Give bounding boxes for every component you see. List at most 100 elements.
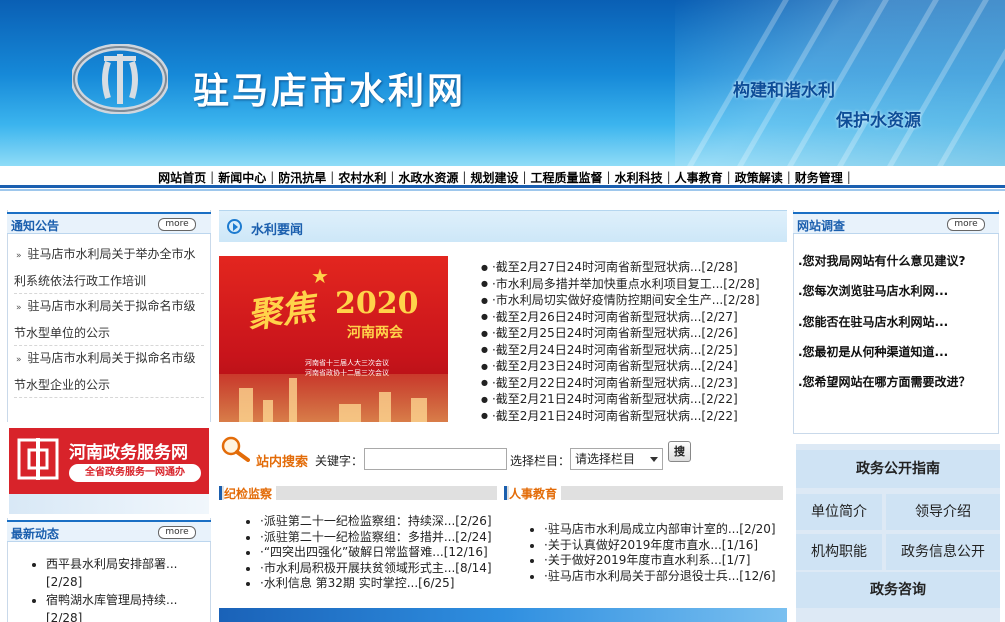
water-news-header: 水利要闻 — [219, 210, 787, 242]
personnel-header: 人事教育 — [504, 485, 783, 502]
discipline-item[interactable]: ·市水利局积极开展扶贫领域形式主...[8/14] — [260, 561, 506, 577]
photo-event: 河南两会 — [347, 325, 403, 341]
photo-skyline — [219, 374, 448, 422]
nav-item-2[interactable]: 防汛抗旱 — [274, 169, 330, 186]
discipline-item[interactable]: ·派驻第二十一纪检监察组：多措并...[2/24] — [260, 530, 506, 546]
nav-item-3[interactable]: 农村水利 — [334, 169, 390, 186]
discipline-item-text: ·“四突出四强化”破解日常监督难...[12/16] — [260, 545, 488, 560]
nav-item-1[interactable]: 新闻中心 — [214, 169, 270, 186]
latest-title: 最新动态 — [11, 527, 60, 541]
list-item-title: 宿鸭湖水库管理局持续... — [46, 593, 178, 607]
discipline-item[interactable]: ·水利信息 第32期 实时掌控...[6/25] — [260, 576, 506, 592]
site-banner: 驻马店市水利网 构建和谐水利 保护水资源 — [0, 0, 1005, 166]
water-news-item[interactable]: ·截至2月22日24时河南省新型冠状病...[2/23] — [481, 375, 781, 392]
nav-item-8[interactable]: 人事教育 — [671, 169, 727, 186]
survey-item[interactable]: .您对我局网站有什么意见建议? — [798, 246, 994, 276]
info-public-button[interactable]: 政务信息公开 — [886, 534, 1000, 570]
nav-item-6[interactable]: 工程质量监督 — [527, 169, 607, 186]
list-item-date: [2/28] — [46, 611, 83, 622]
nav-item-7[interactable]: 水利科技 — [611, 169, 667, 186]
notice-item-text: 驻马店市水利局关于拟命名市级节水型单位的公示 — [14, 299, 196, 340]
personnel-item[interactable]: ·驻马店市水利局关于部分退役士兵...[12/6] — [544, 569, 790, 585]
gov-guide-button[interactable]: 政务公开指南 — [796, 450, 1000, 488]
unit-intro-button[interactable]: 单位简介 — [796, 494, 882, 530]
survey-item[interactable]: .您希望网站在哪方面需要改进？ — [798, 367, 994, 397]
personnel-title: 人事教育 — [509, 485, 562, 502]
search-button[interactable]: 搜 — [668, 441, 691, 462]
keyword-input[interactable] — [364, 448, 507, 470]
site-logo-icon — [72, 44, 168, 114]
discipline-item-text: ·派驻第二十一纪检监察组：持续深...[2/26] — [260, 514, 492, 528]
personnel-item-text: ·驻马店市水利局关于部分退役士兵...[12/6] — [544, 568, 776, 583]
water-news-item-text: ·截至2月26日24时河南省新型冠状病...[2/27] — [491, 309, 738, 324]
personnel-item[interactable]: ·关于做好2019年度市直水利系...[1/7] — [544, 553, 790, 569]
notice-item[interactable]: » 驻马店市水利局关于拟命名市级节水型企业的公示 — [14, 346, 204, 398]
list-item[interactable]: 西平县水利局安排部署... [2/28] — [46, 555, 206, 591]
notice-item[interactable]: » 驻马店市水利局关于举办全市水利系统依法行政工作培训 — [14, 242, 204, 294]
water-news-item-text: ·截至2月23日24时河南省新型冠状病...[2/24] — [491, 359, 738, 373]
survey-more-button[interactable]: more — [947, 218, 985, 231]
water-news-item-text: ·截至2月24日24时河南省新型冠状病...[2/25] — [491, 342, 738, 357]
slogan-2: 保护水资源 — [836, 111, 921, 131]
notice-more-button[interactable]: more — [158, 218, 196, 231]
service-banner-footer — [9, 494, 209, 514]
survey-item-text: .您对我局网站有什么意见建议? — [798, 254, 966, 268]
photo-line-1: 河南省十三届人大三次会议 — [305, 359, 389, 367]
water-news-item[interactable]: ·市水利局多措并举加快重点水利项目复工...[2/28] — [481, 276, 781, 293]
water-news-item-text: ·截至2月21日24时河南省新型冠状病...[2/22] — [491, 392, 738, 406]
personnel-item[interactable]: ·关于认真做好2019年度市直水...[1/16] — [544, 538, 790, 554]
gov-service-subtitle: 全省政务服务一网通办 — [69, 464, 201, 482]
personnel-item-text: ·关于认真做好2019年度市直水...[1/16] — [544, 537, 759, 552]
personnel-item-text: ·驻马店市水利局成立内部审计室的...[2/20] — [544, 522, 776, 536]
discipline-item[interactable]: ·派驻第二十一纪检监察组：持续深...[2/26] — [260, 514, 506, 530]
nav-divider — [0, 189, 1005, 191]
notice-item[interactable]: » 驻马店市水利局关于拟命名市级节水型单位的公示 — [14, 294, 204, 346]
nav-item-9[interactable]: 政策解读 — [731, 169, 787, 186]
survey-title: 网站调查 — [797, 219, 846, 233]
survey-item[interactable]: .您能否在驻马店水利网站... — [798, 307, 994, 337]
water-news-item[interactable]: ·截至2月26日24时河南省新型冠状病...[2/27] — [481, 309, 781, 326]
nav-item-4[interactable]: 水政水资源 — [394, 169, 462, 186]
water-news-item[interactable]: ·截至2月21日24时河南省新型冠状病...[2/22] — [481, 408, 781, 425]
column-select[interactable]: 请选择栏目 — [570, 448, 663, 470]
nav-item-10[interactable]: 财务管理 — [791, 169, 847, 186]
nav-item-5[interactable]: 规划建设 — [466, 169, 522, 186]
henan-gov-service-banner[interactable]: 河南政务服务网 全省政务服务一网通办 — [9, 428, 209, 494]
water-news-title: 水利要闻 — [251, 223, 304, 238]
water-news-item[interactable]: ·截至2月27日24时河南省新型冠状病...[2/28] — [481, 259, 781, 276]
discipline-item[interactable]: ·“四突出四强化”破解日常监督难...[12/16] — [260, 545, 506, 561]
water-news-item[interactable]: ·市水利局切实做好疫情防控期间安全生产...[2/28] — [481, 292, 781, 309]
survey-header: 网站调查 more — [793, 212, 999, 234]
water-news-item-text: ·市水利局多措并举加快重点水利项目复工...[2/28] — [491, 276, 760, 291]
water-news-item[interactable]: ·截至2月24日24时河南省新型冠状病...[2/25] — [481, 342, 781, 359]
nav-item-0[interactable]: 网站首页 — [154, 169, 210, 186]
water-news-item-text: ·截至2月22日24时河南省新型冠状病...[2/23] — [491, 375, 738, 390]
functions-button[interactable]: 机构职能 — [796, 534, 882, 570]
photo-year: 2020 — [335, 286, 419, 321]
water-news-item[interactable]: ·截至2月23日24时河南省新型冠状病...[2/24] — [481, 358, 781, 375]
water-news-item[interactable]: ·截至2月21日24时河南省新型冠状病...[2/22] — [481, 391, 781, 408]
nav-list: 网站首页 | 新闻中心 | 防汛抗旱 | 农村水利 | 水政水资源 | 规划建设 | 工程质量监督 | 水利… — [0, 166, 1005, 188]
personnel-item[interactable]: ·驻马店市水利局成立内部审计室的...[2/20] — [544, 522, 790, 538]
gov-service-emblem-icon — [17, 438, 59, 480]
site-title: 驻马店市水利网 — [193, 71, 467, 112]
star-icon: ★ — [311, 264, 329, 288]
list-item[interactable]: 宿鸭湖水库管理局持续... [2/28] — [46, 591, 206, 622]
notice-list: » 驻马店市水利局关于举办全市水利系统依法行政工作培训» 驻马店市水利局关于拟命名市… — [14, 242, 204, 398]
latest-more-button[interactable]: more — [158, 526, 196, 539]
leader-intro-button[interactable]: 领导介绍 — [886, 494, 1000, 530]
survey-item[interactable]: .您每次浏览驻马店水利网... — [798, 276, 994, 306]
headline-photo[interactable]: ★ 聚焦 2020 河南两会 河南省十三届人大三次会议 河南省政协十二届三次会议 — [219, 256, 448, 422]
discipline-title: 纪检监察 — [224, 485, 277, 502]
water-news-item[interactable]: ·截至2月25日24时河南省新型冠状病...[2/26] — [481, 325, 781, 342]
discipline-item-text: ·市水利局积极开展扶贫领域形式主...[8/14] — [260, 560, 492, 575]
survey-item-text: .您能否在驻马店水利网站... — [798, 314, 949, 329]
gov-service-title: 河南政务服务网 — [69, 443, 188, 463]
photo-calligraphy: 聚焦 — [245, 287, 318, 337]
nav-separator: | — [846, 170, 851, 184]
survey-item[interactable]: .您最初是从何种渠道知道... — [798, 337, 994, 367]
gov-consult-button[interactable]: 政务咨询 — [796, 572, 1000, 608]
keyword-label: 关键字： — [315, 454, 364, 468]
main-nav: 网站首页 | 新闻中心 | 防汛抗旱 | 农村水利 | 水政水资源 | 规划建设 | 工程质量监督 | 水利… — [0, 166, 1005, 188]
magnifier-icon — [221, 436, 250, 462]
